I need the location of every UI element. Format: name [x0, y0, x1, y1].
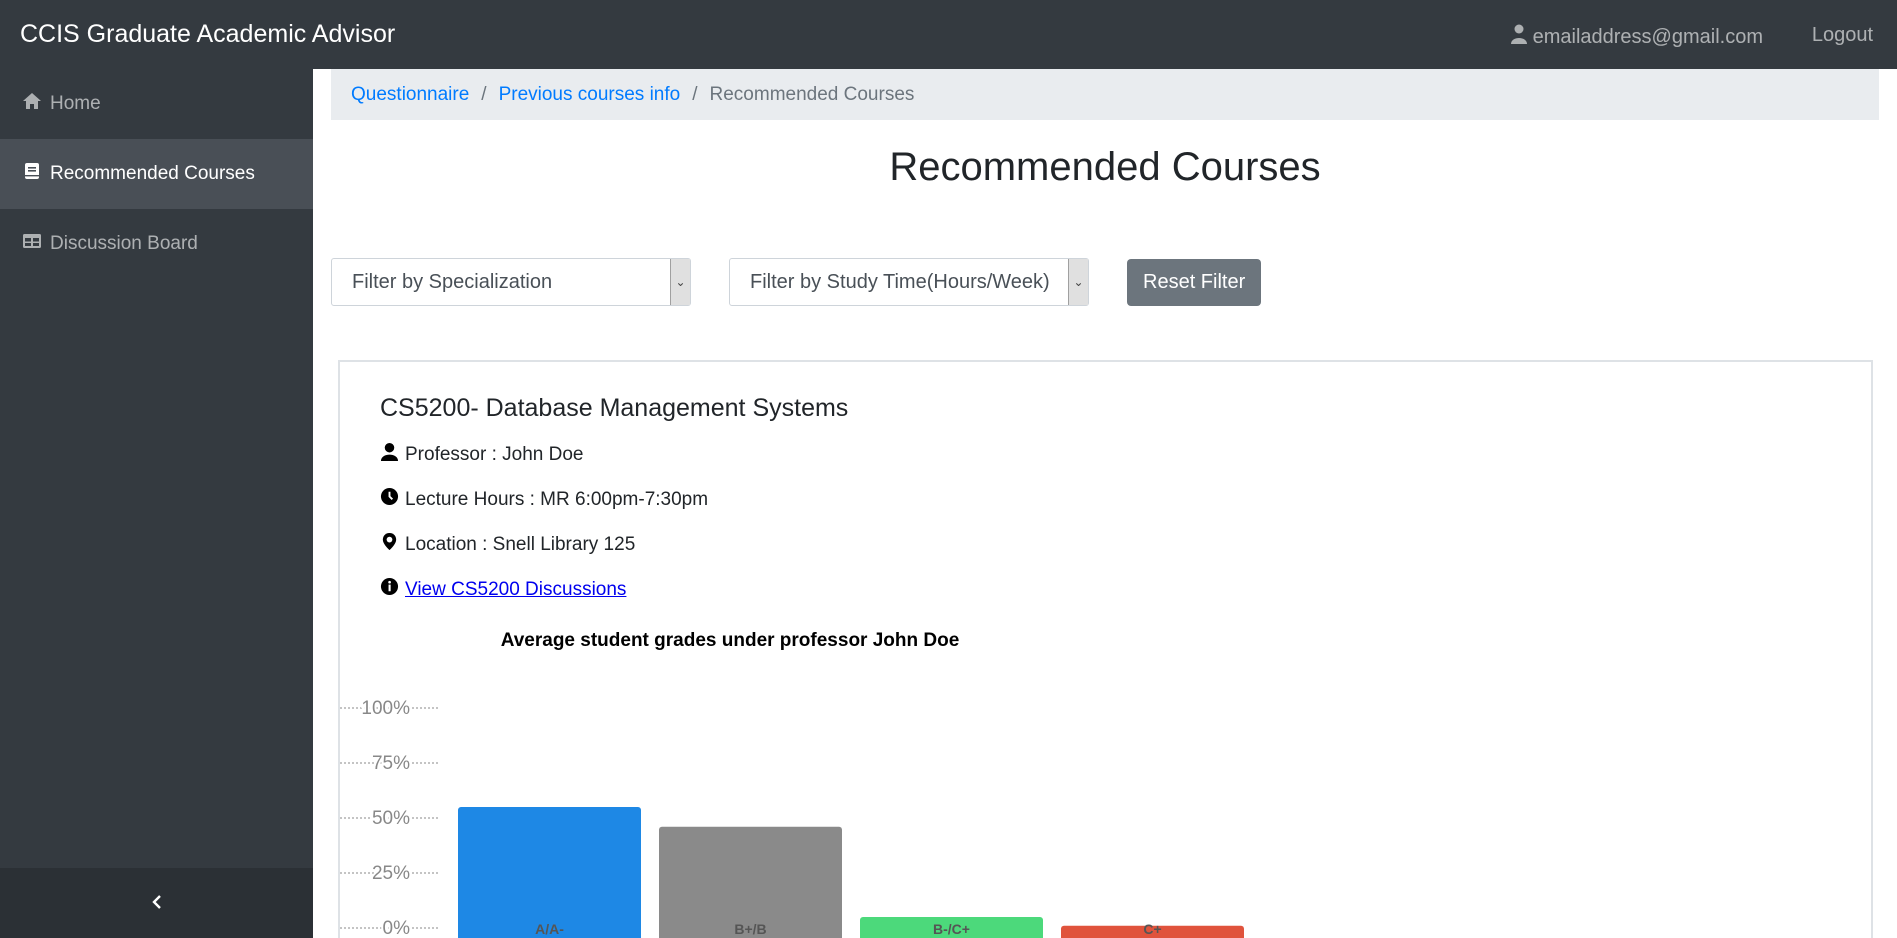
y-tick-label: 75% — [372, 753, 410, 774]
main-content: Questionnaire / Previous courses info / … — [313, 69, 1897, 938]
chevron-down-icon: ⌄ — [670, 259, 690, 305]
x-category-label: C+ — [1143, 921, 1161, 937]
breadcrumb-previous-courses[interactable]: Previous courses info — [499, 84, 681, 106]
map-marker-icon — [380, 532, 399, 557]
breadcrumb-questionnaire[interactable]: Questionnaire — [351, 84, 469, 106]
location-text: Location : Snell Library 125 — [405, 533, 636, 555]
home-icon — [22, 91, 42, 117]
reset-filter-button[interactable]: Reset Filter — [1127, 258, 1262, 306]
chart-title: Average student grades under professor J… — [501, 630, 960, 651]
y-tick-label: 25% — [372, 863, 410, 884]
logout-link[interactable]: Logout — [1812, 24, 1873, 47]
professor-row: Professor : John Doe — [380, 442, 583, 467]
sidebar: Home Recommended Courses Discussion Boar… — [0, 69, 313, 938]
user-icon — [1510, 24, 1527, 50]
specialization-select[interactable]: Filter by Specialization ⌄ — [331, 258, 691, 306]
discussions-row: View CS5200 Discussions — [380, 577, 626, 602]
sidebar-item-discussion-board[interactable]: Discussion Board — [0, 209, 313, 279]
top-navbar: CCIS Graduate Academic Advisor emailaddr… — [0, 0, 1897, 69]
page-title: Recommended Courses — [889, 145, 1321, 189]
y-tick-label: 100% — [361, 698, 410, 719]
grades-chart-svg: Average student grades under professor J… — [340, 630, 1244, 938]
breadcrumb-separator: / — [481, 83, 487, 105]
location-row: Location : Snell Library 125 — [380, 532, 635, 557]
y-tick-label: 50% — [372, 808, 410, 829]
chevron-down-icon: ⌄ — [1068, 259, 1088, 305]
study-time-select[interactable]: Filter by Study Time(Hours/Week) ⌄ — [729, 258, 1089, 306]
app-brand[interactable]: CCIS Graduate Academic Advisor — [20, 20, 395, 49]
table-icon — [22, 231, 42, 257]
breadcrumb: Questionnaire / Previous courses info / … — [331, 69, 1879, 120]
professor-text: Professor : John Doe — [405, 443, 584, 465]
x-category-label: B+/B — [734, 921, 766, 937]
x-category-label: A/A- — [535, 921, 564, 937]
sidebar-item-recommended-courses[interactable]: Recommended Courses — [0, 139, 313, 209]
sidebar-item-label: Discussion Board — [50, 233, 198, 254]
lecture-hours-row: Lecture Hours : MR 6:00pm-7:30pm — [380, 487, 708, 512]
info-icon — [380, 577, 399, 602]
sidebar-item-label: Recommended Courses — [50, 163, 255, 184]
user-account[interactable]: emailaddress@gmail.com — [1510, 24, 1763, 50]
user-icon — [380, 442, 399, 467]
bar-a-a-[interactable] — [458, 807, 641, 938]
view-discussions-link[interactable]: View CS5200 Discussions — [405, 579, 626, 601]
breadcrumb-current: Recommended Courses — [709, 83, 915, 105]
x-category-label: B-/C+ — [933, 921, 970, 937]
filter-bar: Filter by Specialization ⌄ Filter by Stu… — [331, 258, 1262, 306]
breadcrumb-separator: / — [692, 83, 698, 105]
specialization-select-value: Filter by Specialization — [352, 270, 553, 293]
lecture-hours-text: Lecture Hours : MR 6:00pm-7:30pm — [405, 488, 709, 510]
clock-icon — [380, 487, 399, 512]
grades-chart: Average student grades under professor J… — [340, 622, 1440, 938]
sidebar-item-home[interactable]: Home — [0, 69, 313, 139]
sidebar-collapse-button[interactable] — [0, 868, 313, 938]
y-tick-label: 0% — [383, 918, 411, 938]
course-card: CS5200- Database Management Systems Prof… — [338, 360, 1873, 938]
book-icon — [22, 161, 42, 187]
chevron-left-icon — [150, 890, 164, 916]
sidebar-item-label: Home — [50, 93, 101, 114]
user-email: emailaddress@gmail.com — [1532, 25, 1763, 48]
course-title: CS5200- Database Management Systems — [380, 394, 849, 422]
study-time-select-value: Filter by Study Time(Hours/Week) — [750, 270, 1050, 293]
